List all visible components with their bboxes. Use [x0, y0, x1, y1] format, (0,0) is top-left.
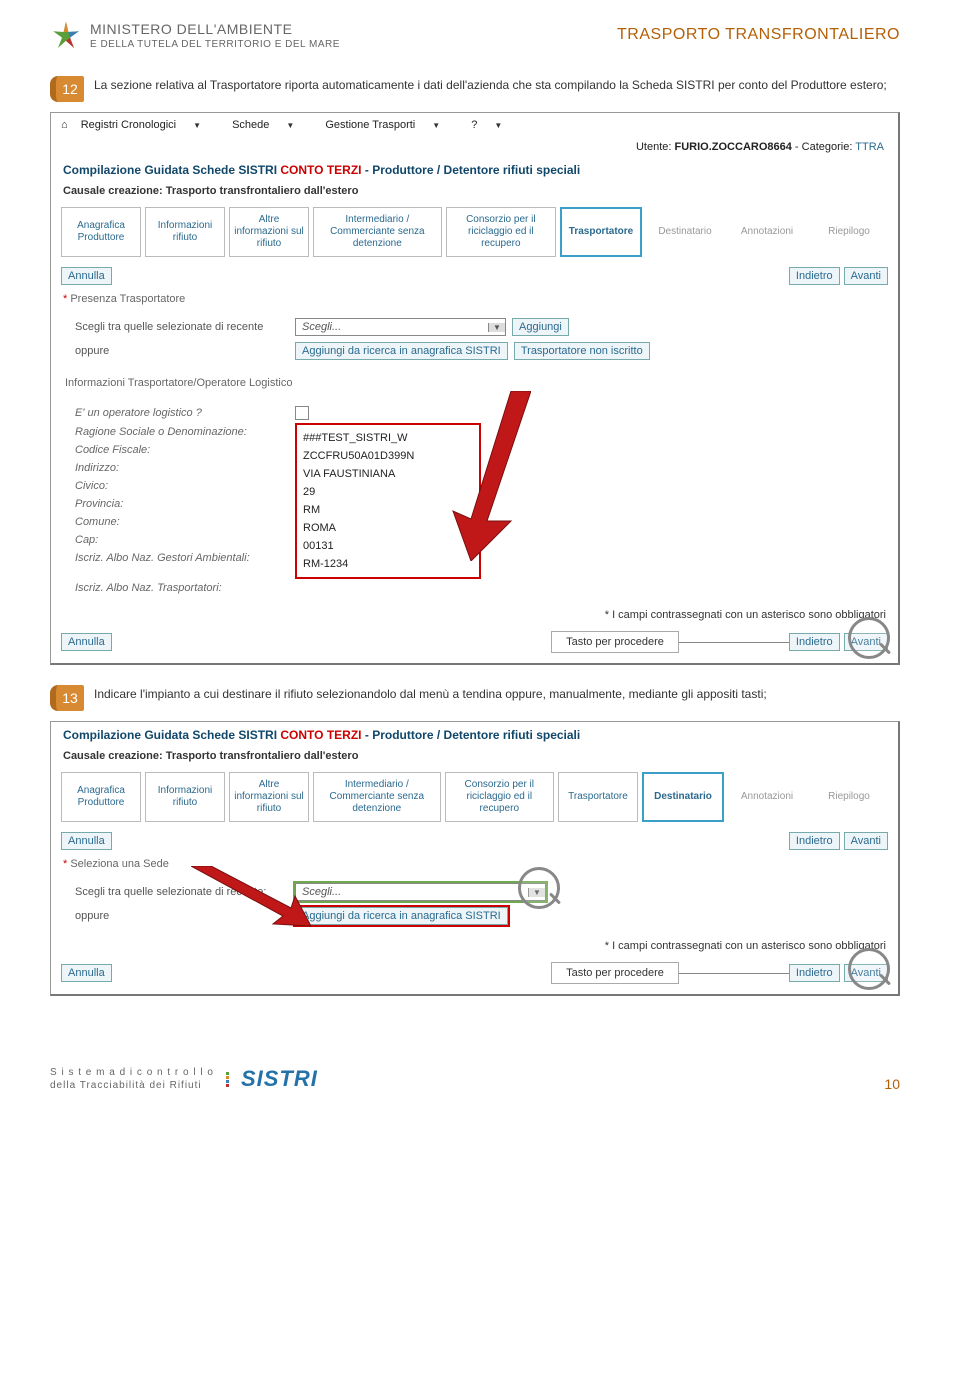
annulla-button-bottom[interactable]: Annulla [61, 633, 112, 651]
home-icon[interactable]: ⌂ [61, 119, 68, 131]
tab-annotazioni: Annotazioni [728, 772, 806, 822]
menu-schede[interactable]: Schede▼ [232, 119, 308, 131]
magnifier-icon [518, 867, 564, 913]
ministry-title: MINISTERO DELL'AMBIENTE [90, 20, 340, 38]
star-icon [50, 20, 82, 52]
step-12-text: La sezione relativa al Trasportatore rip… [94, 76, 887, 94]
panel-subtitle-2: Causale creazione: Trasporto transfronta… [51, 748, 898, 772]
chevron-down-icon: ▼ [488, 323, 505, 332]
tab-anagrafica[interactable]: Anagrafica Produttore [61, 772, 141, 822]
ministry-subtitle: E DELLA TUTELA DEL TERRITORIO E DEL MARE [90, 38, 340, 51]
scegli-select-2[interactable]: Scegli...▼ [295, 883, 546, 901]
panel-subtitle: Causale creazione: Trasporto transfronta… [51, 183, 898, 207]
step-13-badge: 13 [50, 685, 84, 711]
menubar: ⌂ Registri Cronologici▼ Schede▼ Gestione… [51, 113, 898, 137]
chevron-down-icon: ▼ [193, 121, 201, 130]
tab-consorzio[interactable]: Consorzio per il riciclaggio ed il recup… [446, 207, 556, 257]
tab-annotazioni: Annotazioni [728, 207, 806, 257]
red-arrow-icon [441, 391, 531, 561]
presenza-label: Presenza Trasportatore [51, 289, 898, 309]
step-13-row: 13 Indicare l'impianto a cui destinare i… [50, 685, 900, 711]
avanti-button[interactable]: Avanti [844, 832, 888, 850]
step-12-badge: 12 [50, 76, 84, 102]
doc-title: TRASPORTO TRANSFRONTALIERO [617, 26, 900, 44]
avanti-button[interactable]: Avanti [844, 267, 888, 285]
menu-registri[interactable]: Registri Cronologici▼ [81, 119, 215, 131]
tab-informazioni[interactable]: Informazioni rifiuto [145, 207, 225, 257]
oppure-label: oppure [75, 345, 295, 357]
tab-consorzio[interactable]: Consorzio per il riciclaggio ed il recup… [445, 772, 554, 822]
panel-title-2: Compilazione Guidata Schede SISTRI CONTO… [51, 722, 898, 748]
indietro-button-bottom[interactable]: Indietro [789, 633, 840, 651]
page-header: MINISTERO DELL'AMBIENTE E DELLA TUTELA D… [50, 20, 900, 52]
footer-line2: della Tracciabilità dei Rifiuti [50, 1079, 214, 1092]
required-footnote-2: I campi contrassegnati con un asterisco … [51, 934, 898, 958]
tab-destinatario[interactable]: Destinatario [642, 772, 724, 822]
menu-help[interactable]: ?▼ [471, 119, 516, 131]
callout-procedere: Tasto per procedere [551, 631, 679, 653]
aggiungi-ricerca-button[interactable]: Aggiungi da ricerca in anagrafica SISTRI [295, 342, 508, 360]
scegli-label: Scegli tra quelle selezionate di recente [75, 321, 295, 333]
tab-informazioni[interactable]: Informazioni rifiuto [145, 772, 225, 822]
non-iscritto-button[interactable]: Trasportatore non iscritto [514, 342, 650, 360]
tab-altre[interactable]: Altre informazioni sul rifiuto [229, 772, 309, 822]
tab-intermediario[interactable]: Intermediario / Commerciante senza deten… [313, 207, 442, 257]
chevron-down-icon: ▼ [432, 121, 440, 130]
annulla-button-bottom-2[interactable]: Annulla [61, 964, 112, 982]
sistri-logo: SISTRI [241, 1066, 318, 1092]
chevron-down-icon: ▼ [286, 121, 294, 130]
required-footnote: I campi contrassegnati con un asterisco … [51, 603, 898, 627]
magnifier-icon [848, 617, 894, 663]
step-12-row: 12 La sezione relativa al Trasportatore … [50, 76, 900, 102]
tab-trasportatore[interactable]: Trasportatore [560, 207, 642, 257]
scegli-select[interactable]: Scegli...▼ [295, 318, 506, 336]
page-number: 10 [884, 1076, 900, 1092]
operatore-logistico-checkbox[interactable] [295, 406, 309, 420]
step-13-text: Indicare l'impianto a cui destinare il r… [94, 685, 767, 703]
aggiungi-ricerca-button-2[interactable]: Aggiungi da ricerca in anagrafica SISTRI [295, 907, 508, 925]
panel-title: Compilazione Guidata Schede SISTRI CONTO… [51, 157, 898, 183]
tab-altre[interactable]: Altre informazioni sul rifiuto [229, 207, 309, 257]
sede-label: Seleziona una Sede [51, 854, 898, 874]
aggiungi-button[interactable]: Aggiungi [512, 318, 569, 336]
ministry-logo: MINISTERO DELL'AMBIENTE E DELLA TUTELA D… [50, 20, 340, 52]
user-info: Utente: FURIO.ZOCCARO8664 - Categorie: T… [51, 137, 898, 157]
tabs-row-2: Anagrafica Produttore Informazioni rifiu… [51, 772, 898, 822]
chevron-down-icon: ▼ [494, 121, 502, 130]
annulla-button[interactable]: Annulla [61, 832, 112, 850]
tab-intermediario[interactable]: Intermediario / Commerciante senza deten… [313, 772, 441, 822]
tabs-row: Anagrafica Produttore Informazioni rifiu… [51, 207, 898, 257]
indietro-button[interactable]: Indietro [789, 832, 840, 850]
screenshot-2: Compilazione Guidata Schede SISTRI CONTO… [50, 721, 900, 996]
footer-line1: S i s t e m a d i c o n t r o l l o [50, 1066, 214, 1079]
menu-gestione[interactable]: Gestione Trasporti▼ [325, 119, 454, 131]
tab-trasportatore[interactable]: Trasportatore [558, 772, 638, 822]
tab-anagrafica[interactable]: Anagrafica Produttore [61, 207, 141, 257]
tab-destinatario: Destinatario [646, 207, 724, 257]
screenshot-1: ⌂ Registri Cronologici▼ Schede▼ Gestione… [50, 112, 900, 665]
tab-riepilogo: Riepilogo [810, 207, 888, 257]
indietro-button-bottom-2[interactable]: Indietro [789, 964, 840, 982]
callout-procedere-2: Tasto per procedere [551, 962, 679, 984]
magnifier-icon [848, 948, 894, 994]
page-footer: S i s t e m a d i c o n t r o l l o dell… [0, 1036, 960, 1112]
indietro-button[interactable]: Indietro [789, 267, 840, 285]
red-arrow-icon [191, 866, 311, 936]
tab-riepilogo: Riepilogo [810, 772, 888, 822]
annulla-button[interactable]: Annulla [61, 267, 112, 285]
